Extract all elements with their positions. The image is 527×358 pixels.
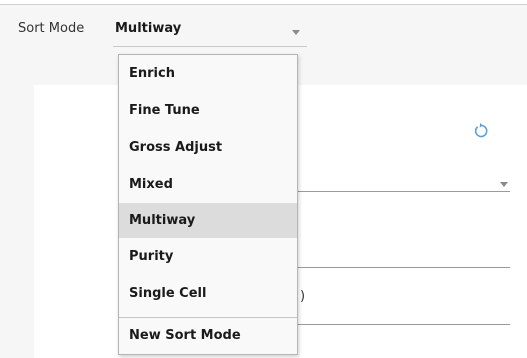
- menu-item-mixed[interactable]: Mixed: [119, 166, 297, 203]
- sort-mode-row: Sort Mode Multiway: [0, 5, 527, 55]
- sort-mode-label: Sort Mode: [18, 21, 85, 36]
- field-underline: [298, 191, 510, 192]
- new-sort-mode-item[interactable]: New Sort Mode: [119, 319, 297, 352]
- menu-item-fine-tune[interactable]: Fine Tune: [119, 92, 297, 129]
- sort-mode-value: Multiway: [115, 21, 182, 36]
- chevron-down-icon: [292, 30, 300, 35]
- field-underline: [298, 267, 510, 268]
- menu-item-multiway[interactable]: Multiway: [119, 203, 297, 238]
- menu-divider: [119, 317, 297, 318]
- field-chevron-down-icon[interactable]: [500, 182, 508, 187]
- refresh-icon[interactable]: [472, 122, 490, 140]
- sort-mode-dropdown: Enrich Fine Tune Gross Adjust Mixed Mult…: [118, 54, 298, 355]
- menu-item-gross-adjust[interactable]: Gross Adjust: [119, 129, 297, 166]
- sort-mode-select[interactable]: Multiway: [113, 13, 307, 47]
- field-underline: [298, 324, 510, 325]
- menu-item-enrich[interactable]: Enrich: [119, 55, 297, 92]
- menu-item-single-cell[interactable]: Single Cell: [119, 277, 297, 310]
- partial-field-label: ): [300, 289, 306, 304]
- menu-item-purity[interactable]: Purity: [119, 240, 297, 273]
